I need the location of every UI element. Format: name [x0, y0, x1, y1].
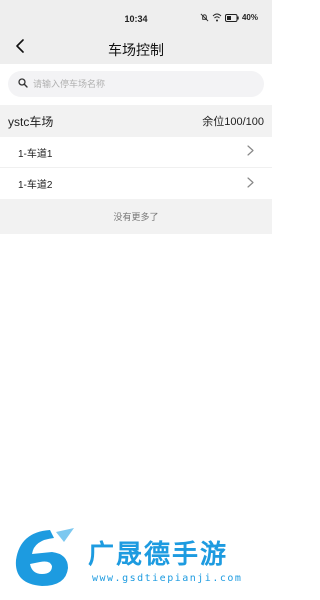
mute-icon — [200, 13, 209, 22]
list-item-lane-1[interactable]: 1-车道1 — [0, 137, 272, 168]
status-bar: 10:34 40% — [0, 0, 272, 32]
lane-label: 1-车道2 — [18, 180, 53, 191]
chevron-right-icon — [247, 175, 254, 193]
watermark-url: www.gsdtiepianji.com — [92, 573, 243, 584]
battery-percent: 40% — [241, 13, 258, 22]
lane-label: 1-车道1 — [18, 148, 53, 160]
status-icons: 40% — [200, 13, 258, 22]
watermark: 广晟德手游 www.gsdtiepianji.com — [8, 524, 270, 596]
watermark-logo-icon — [10, 526, 80, 595]
search-area — [0, 64, 272, 104]
search-icon — [18, 75, 28, 93]
parking-lot-name: ystc车场 — [8, 114, 54, 129]
remaining-spaces: 余位100/100 — [202, 116, 264, 128]
list-item-lane-2[interactable]: 1-车道2 — [0, 168, 272, 199]
wifi-icon — [212, 13, 222, 22]
search-box[interactable] — [8, 71, 264, 97]
watermark-brand: 广晟德手游 — [88, 540, 229, 570]
lane-list: 1-车道1 1-车道2 — [0, 137, 272, 199]
chevron-right-icon — [247, 143, 254, 161]
parking-lot-header: ystc车场 余位100/100 — [0, 105, 272, 137]
no-more-text: 没有更多了 — [0, 199, 272, 234]
battery-icon — [224, 13, 239, 22]
nav-bar: 车场控制 — [0, 32, 272, 64]
search-input[interactable] — [33, 79, 253, 89]
page-title: 车场控制 — [108, 42, 164, 58]
